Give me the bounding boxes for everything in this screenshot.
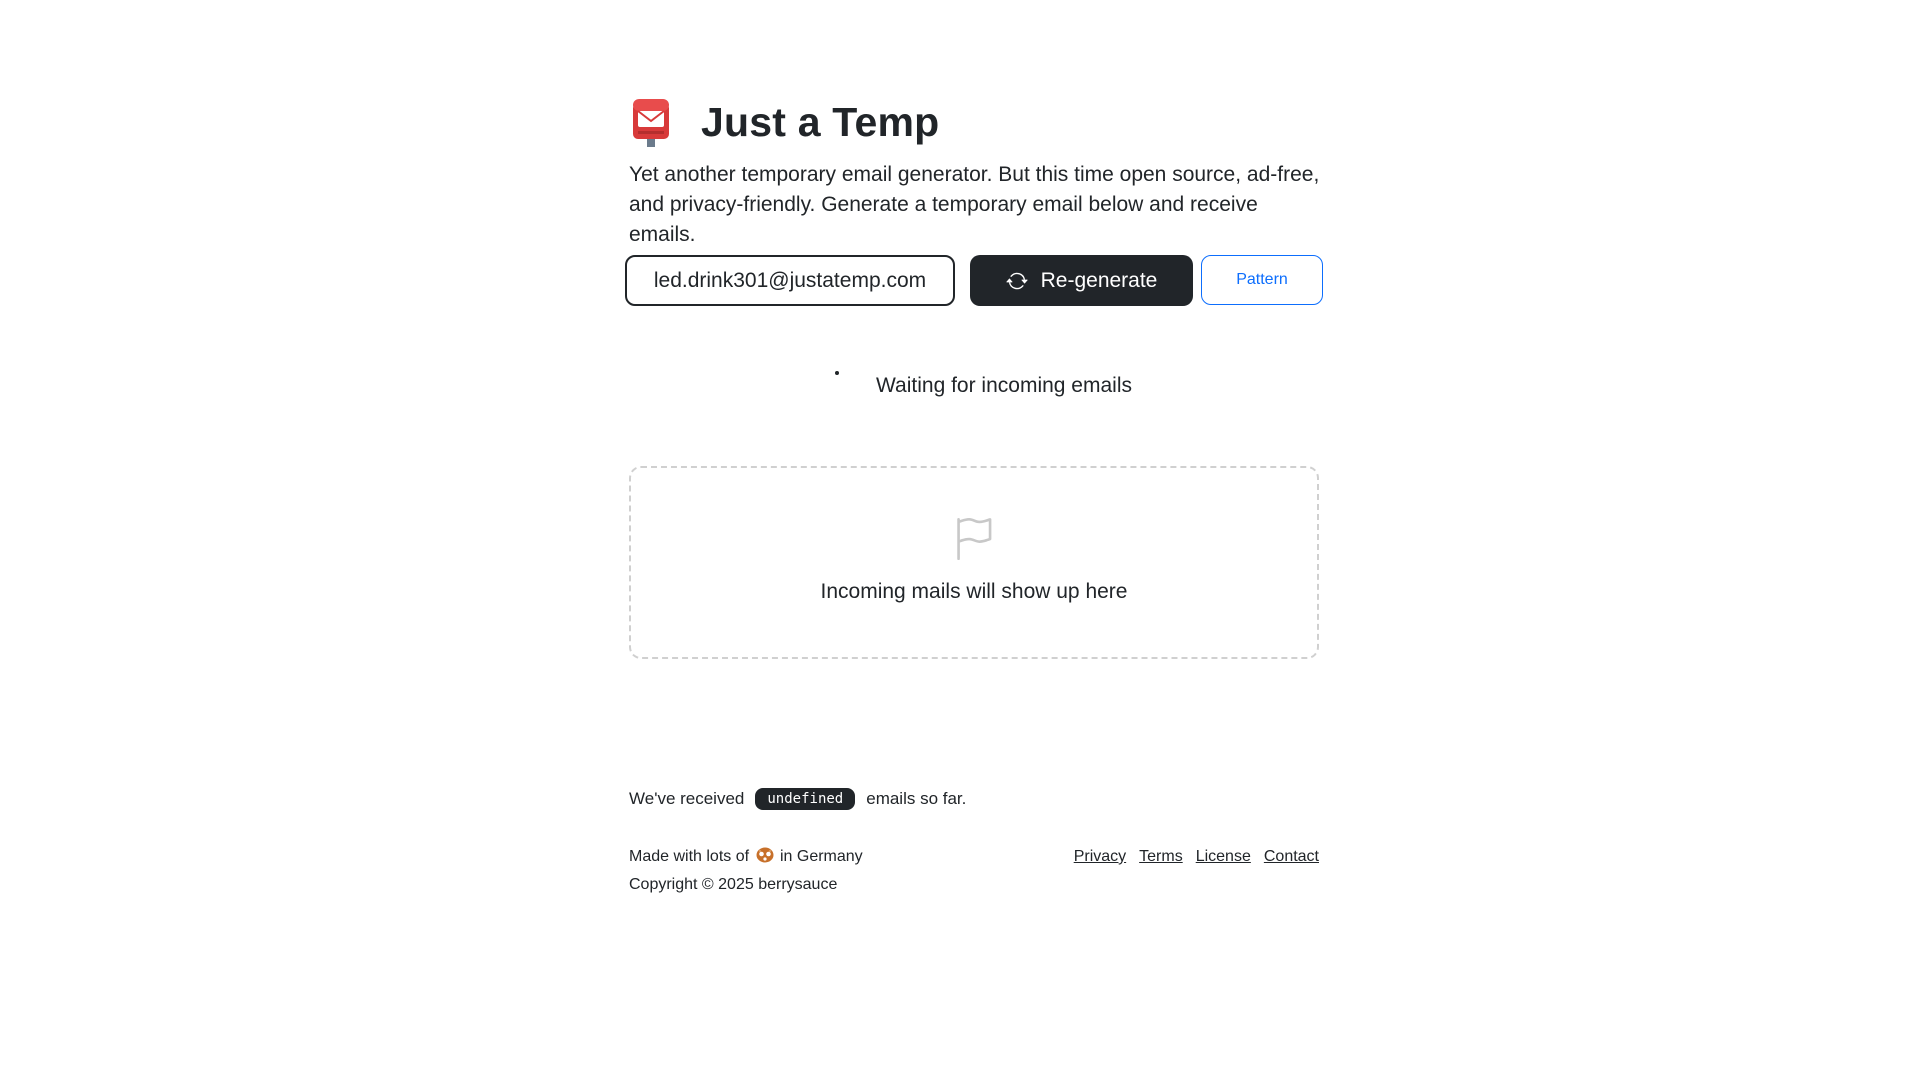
license-link[interactable]: License	[1196, 843, 1251, 871]
header: Just a Temp	[629, 94, 939, 150]
page-title: Just a Temp	[701, 98, 940, 145]
postbox-icon	[629, 97, 673, 147]
pattern-button[interactable]: Pattern	[1201, 255, 1323, 305]
inbox-empty-text: Incoming mails will show up here	[820, 580, 1128, 603]
loading-spinner	[835, 371, 839, 375]
page-description: Yet another temporary email generator. B…	[629, 163, 1320, 246]
made-with-prefix: Made with lots of	[629, 848, 750, 865]
email-controls: led.drink301@justatemp.com Re-generate P…	[625, 255, 1325, 306]
email-address-field[interactable]: led.drink301@justatemp.com	[625, 255, 955, 306]
received-prefix: We've received	[629, 789, 745, 808]
footer-credits: Made with lots of in Germany Copyright ©…	[629, 843, 863, 899]
inbox-placeholder: Incoming mails will show up here	[629, 466, 1319, 659]
regenerate-label: Re-generate	[1040, 268, 1158, 292]
received-count-badge: undefined	[755, 788, 856, 810]
pattern-label: Pattern	[1236, 271, 1288, 288]
flag-icon	[952, 518, 994, 560]
email-address-text[interactable]: led.drink301@justatemp.com	[654, 269, 926, 293]
copyright: Copyright © 2025 berrysauce	[629, 876, 838, 893]
footer-links: Privacy Terms License Contact	[1074, 843, 1319, 871]
contact-link[interactable]: Contact	[1264, 843, 1319, 871]
privacy-link[interactable]: Privacy	[1074, 843, 1126, 871]
waiting-status: Waiting for incoming emails	[629, 368, 1319, 408]
refresh-icon	[1006, 270, 1028, 292]
waiting-text: Waiting for incoming emails	[876, 374, 1132, 397]
made-with-suffix: in Germany	[779, 848, 863, 865]
received-suffix: emails so far.	[866, 789, 967, 808]
received-count: We've received undefined emails so far.	[629, 786, 966, 812]
pretzel-icon	[756, 845, 774, 863]
terms-link[interactable]: Terms	[1139, 843, 1183, 871]
made-with-line: Made with lots of in Germany	[629, 843, 863, 871]
regenerate-button[interactable]: Re-generate	[970, 255, 1193, 306]
